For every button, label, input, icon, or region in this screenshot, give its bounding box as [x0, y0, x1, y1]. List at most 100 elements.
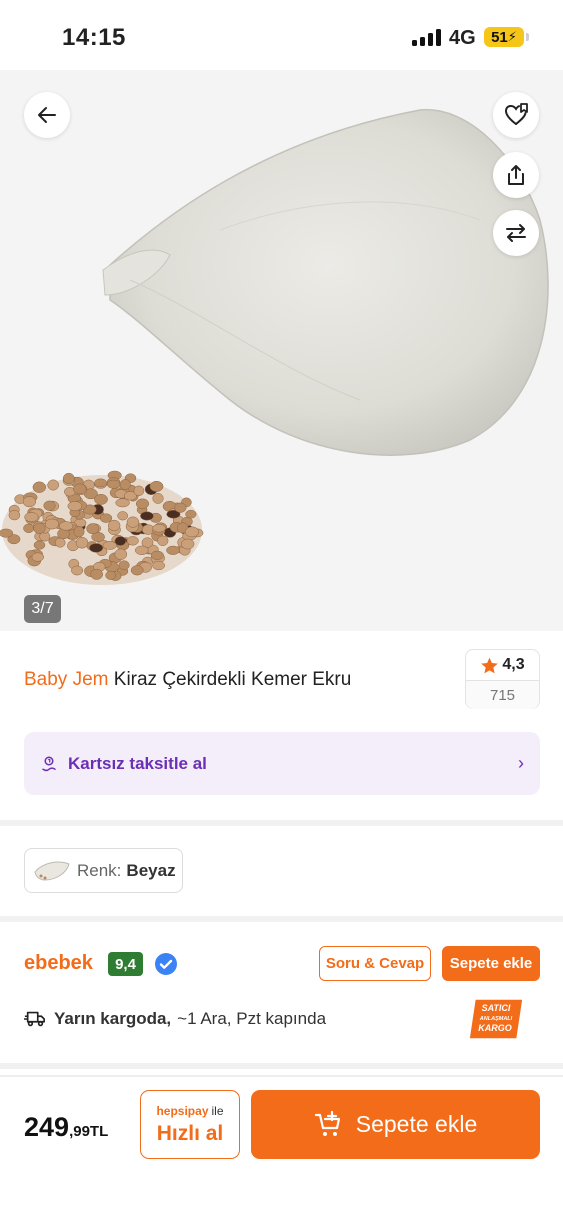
cherry-seed — [62, 472, 75, 485]
status-bar: 14:15 4G 51 ⚡ — [0, 0, 563, 70]
cherry-seed — [33, 522, 46, 534]
compare-icon — [506, 224, 526, 242]
cherry-seed — [94, 478, 108, 488]
cherry-seed — [152, 523, 166, 533]
cherry-seed — [94, 494, 108, 505]
cherry-seed — [126, 516, 140, 528]
cherry-seed — [130, 565, 144, 576]
cherry-seed — [181, 538, 195, 550]
share-button[interactable] — [493, 152, 539, 198]
product-title: Baby Jem Kiraz Çekirdekli Kemer Ekru — [24, 667, 454, 693]
price-decimal: ,99TL — [69, 1123, 109, 1140]
hepsipay-logo: hepsipay ile — [156, 1103, 224, 1118]
seller-add-to-cart-button[interactable]: Sepete ekle — [442, 946, 540, 981]
cherry-seed — [174, 502, 187, 513]
quick-buy-button[interactable]: hepsipay ile Hızlı al — [140, 1090, 240, 1159]
installment-label: Kartsız taksitle al — [68, 753, 207, 773]
badge-line-1: SATICI — [482, 1003, 511, 1013]
share-icon — [508, 165, 524, 185]
section-divider — [0, 916, 563, 922]
variant-value: Beyaz — [126, 860, 176, 880]
back-button[interactable] — [24, 92, 70, 138]
chevron-right-icon: › — [518, 753, 524, 773]
cherry-seed — [86, 523, 100, 535]
cherry-seed — [8, 509, 21, 521]
cherry-seed — [33, 540, 46, 550]
cherry-seed — [54, 537, 66, 548]
cherry-seed — [166, 545, 180, 555]
cherry-seed — [43, 500, 56, 511]
variant-key: Renk: — [77, 860, 122, 880]
battery-tip — [526, 33, 529, 41]
delivery-strong: Yarın kargoda, — [54, 1009, 172, 1028]
cherry-seed — [157, 535, 169, 546]
add-to-cart-label: Sepete ekle — [355, 1111, 478, 1137]
cherry-seed — [73, 526, 85, 538]
cherry-seed — [89, 543, 104, 553]
compare-button[interactable] — [493, 210, 539, 256]
delivery-info: Yarın kargoda, ~1 Ara, Pzt kapında — [24, 1009, 326, 1029]
product-image-gallery[interactable]: 3/7 — [0, 70, 563, 631]
rating-box[interactable]: 4,3 715 — [465, 649, 540, 709]
cherry-seed — [31, 552, 44, 562]
back-arrow-icon — [38, 107, 56, 123]
hepsipay-ile: ile — [211, 1103, 224, 1118]
badge-line-3: KARGO — [478, 1023, 512, 1033]
cherry-seed — [140, 511, 154, 521]
brand-link[interactable]: Baby Jem — [24, 669, 108, 690]
cherry-seed — [152, 493, 164, 504]
network-type: 4G — [449, 27, 476, 49]
cherry-seed — [99, 513, 113, 523]
verified-icon — [155, 953, 177, 975]
section-divider — [0, 1063, 563, 1069]
cherry-seed — [71, 565, 84, 576]
cherry-seed — [150, 550, 164, 560]
add-to-cart-button[interactable]: Sepete ekle — [251, 1090, 540, 1159]
installment-icon — [42, 756, 56, 771]
image-counter: 3/7 — [24, 595, 61, 623]
add-to-list-button[interactable] — [493, 92, 539, 138]
review-count: 715 — [466, 680, 539, 709]
cherry-seed — [22, 496, 37, 508]
price-integer: 249 — [24, 1112, 70, 1142]
cherry-seed — [118, 560, 130, 570]
cherry-seed — [119, 479, 131, 490]
rating-value: 4,3 — [502, 656, 525, 673]
cherry-seed — [47, 479, 59, 491]
battery-level: 51 — [491, 28, 508, 46]
installment-banner[interactable]: Kartsız taksitle al › — [24, 732, 540, 795]
cherry-seed — [59, 521, 74, 531]
cherry-seed — [32, 481, 46, 493]
badge-line-2: ANLAŞMALI — [479, 1016, 513, 1022]
cherry-seed — [115, 498, 130, 508]
cherry-seed — [0, 528, 14, 538]
cherry-seed — [102, 541, 117, 550]
cherry-seed — [135, 498, 150, 509]
cherry-seed — [133, 485, 145, 496]
favorite-list-icon — [504, 103, 528, 125]
cherry-seed — [141, 524, 155, 535]
cherry-seed — [24, 512, 39, 523]
cherry-seed — [114, 548, 128, 560]
variant-selector[interactable]: Renk: Beyaz — [24, 848, 183, 893]
cherry-seed — [90, 568, 103, 580]
cherry-seed — [44, 518, 59, 530]
cherry-seed — [149, 480, 164, 492]
cherry-seed — [23, 523, 35, 533]
qa-button[interactable]: Soru & Cevap — [319, 946, 431, 981]
quick-buy-label: Hızlı al — [156, 1121, 224, 1145]
cherry-seed — [106, 479, 121, 489]
cherry-seed — [152, 560, 165, 571]
status-time: 14:15 — [62, 24, 126, 51]
section-divider — [0, 820, 563, 826]
cherry-seed — [105, 570, 117, 580]
variant-thumbnail — [34, 861, 70, 881]
cherry-seed-pile — [0, 470, 204, 581]
price: 249,99TL — [24, 1112, 108, 1143]
bottom-bar-separator — [0, 1075, 563, 1077]
fast-delivery-truck-icon — [24, 1011, 45, 1027]
cherry-seed — [108, 519, 121, 532]
seller-name[interactable]: ebebek — [24, 952, 93, 975]
battery-icon: 51 ⚡ — [484, 27, 524, 47]
delivery-rest: ~1 Ara, Pzt kapında — [177, 1009, 327, 1028]
